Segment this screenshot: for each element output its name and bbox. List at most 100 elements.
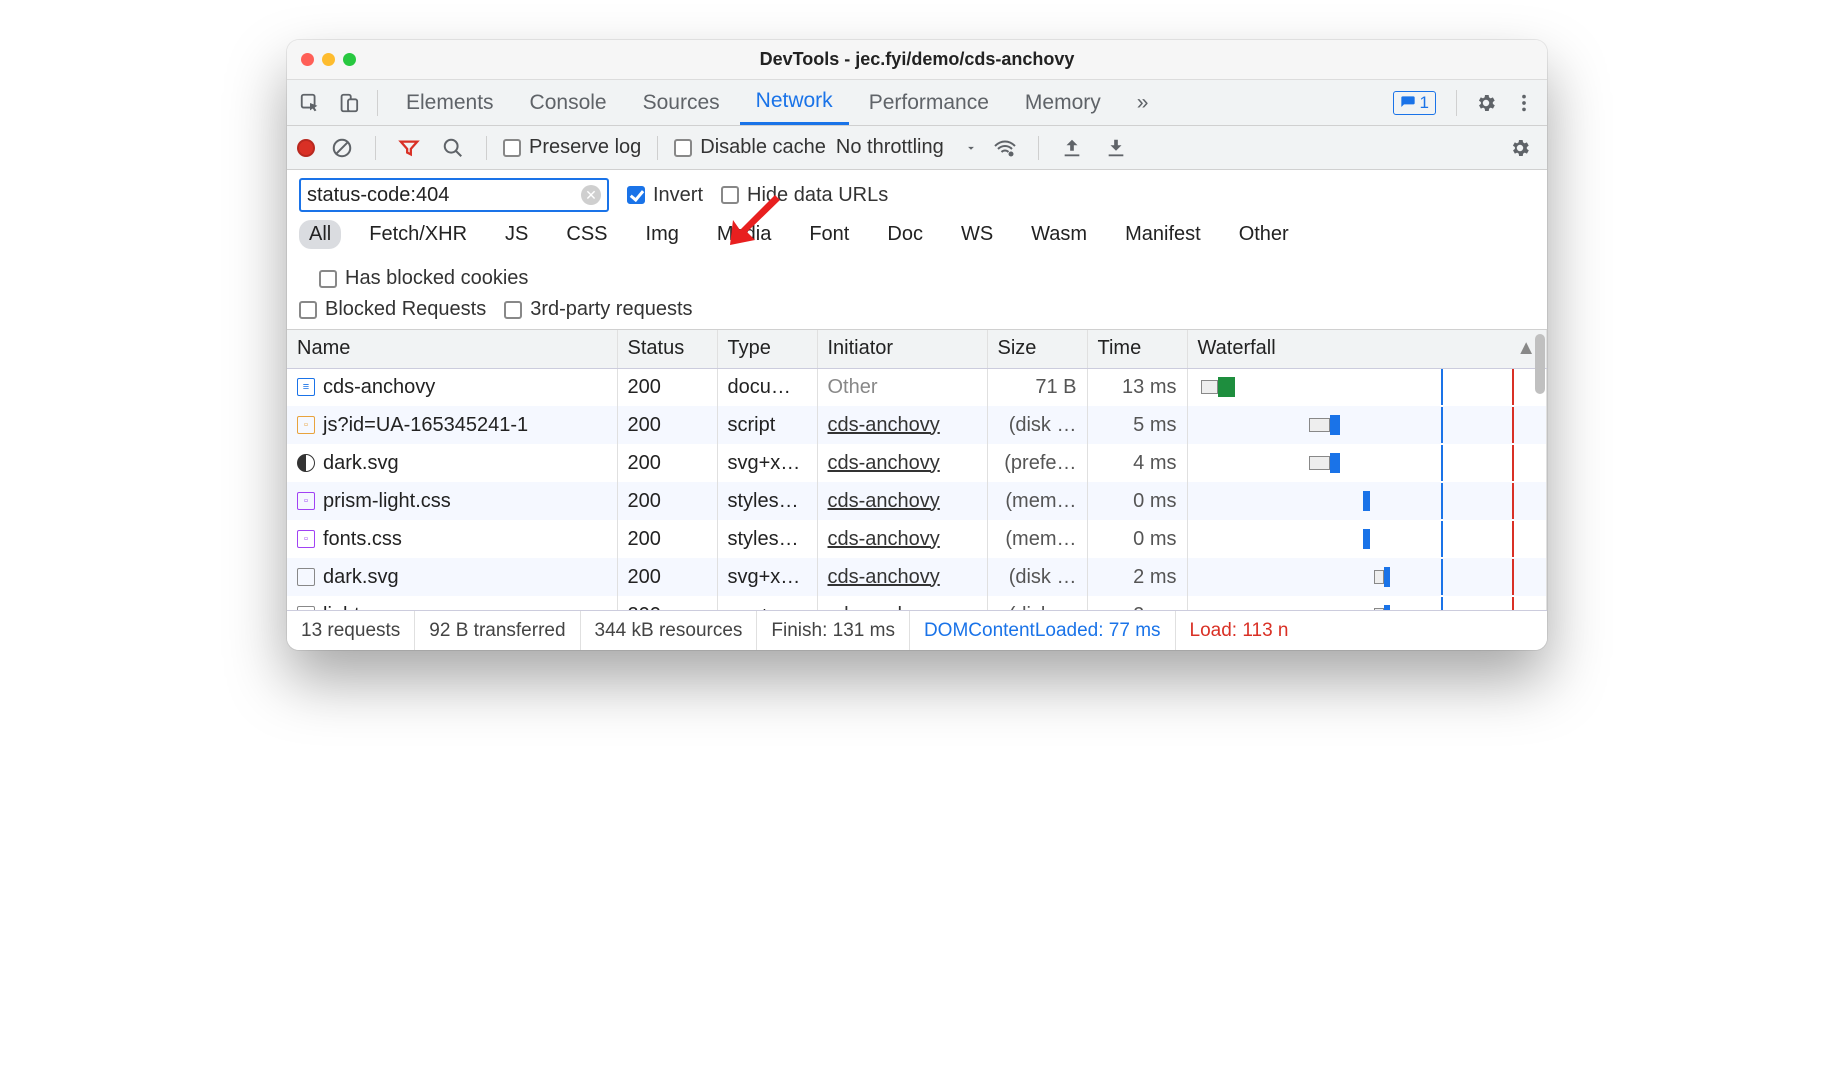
type-filter-manifest[interactable]: Manifest: [1115, 220, 1211, 249]
col-header-status[interactable]: Status: [617, 330, 717, 368]
table-row[interactable]: dark.svg200svg+x…cds-anchovy(disk …2 ms: [287, 558, 1547, 596]
type-filter-media[interactable]: Media: [707, 220, 781, 249]
requests-table-container: Name Status Type Initiator Size Time Wat…: [287, 330, 1547, 610]
col-header-time[interactable]: Time: [1087, 330, 1187, 368]
third-party-checkbox[interactable]: 3rd-party requests: [504, 298, 692, 321]
type-filter-css[interactable]: CSS: [556, 220, 617, 249]
filter-text-field[interactable]: [307, 184, 581, 207]
filter-icon[interactable]: [392, 131, 426, 165]
clear-filter-icon[interactable]: ✕: [581, 185, 601, 205]
scrollbar-thumb[interactable]: [1535, 334, 1545, 394]
network-conditions-icon[interactable]: [988, 131, 1022, 165]
request-status: 200: [617, 482, 717, 520]
request-size: (mem…: [987, 520, 1087, 558]
request-initiator: Other: [817, 368, 987, 406]
type-filter-doc[interactable]: Doc: [877, 220, 933, 249]
tab-network[interactable]: Network: [740, 80, 849, 125]
type-filter-img[interactable]: Img: [636, 220, 689, 249]
has-blocked-cookies-checkbox[interactable]: Has blocked cookies: [319, 267, 528, 290]
network-settings-icon[interactable]: [1503, 131, 1537, 165]
tab-performance[interactable]: Performance: [853, 80, 1005, 125]
clear-icon[interactable]: [325, 131, 359, 165]
type-filter-other[interactable]: Other: [1229, 220, 1299, 249]
request-size: 71 B: [987, 368, 1087, 406]
kebab-menu-icon[interactable]: [1507, 86, 1541, 120]
blocked-requests-checkbox[interactable]: Blocked Requests: [299, 298, 486, 321]
col-header-waterfall[interactable]: Waterfall▲: [1187, 330, 1547, 368]
type-filter-js[interactable]: JS: [495, 220, 538, 249]
request-time: 5 ms: [1087, 406, 1187, 444]
device-toolbar-icon[interactable]: [331, 86, 365, 120]
request-size: (disk …: [987, 596, 1087, 610]
tab-memory[interactable]: Memory: [1009, 80, 1117, 125]
request-type: svg+x…: [717, 596, 817, 610]
request-status: 200: [617, 368, 717, 406]
request-name: fonts.css: [323, 528, 402, 550]
type-filter-font[interactable]: Font: [799, 220, 859, 249]
col-header-name[interactable]: Name: [287, 330, 617, 368]
request-name: js?id=UA-165345241-1: [323, 414, 528, 436]
inspect-element-icon[interactable]: [293, 86, 327, 120]
col-header-size[interactable]: Size: [987, 330, 1087, 368]
type-filter-fetchxhr[interactable]: Fetch/XHR: [359, 220, 477, 249]
search-icon[interactable]: [436, 131, 470, 165]
table-row[interactable]: ▫prism-light.css200styles…cds-anchovy(me…: [287, 482, 1547, 520]
request-time: 2 ms: [1087, 558, 1187, 596]
type-filter-all[interactable]: All: [299, 220, 341, 249]
request-time: 0 ms: [1087, 520, 1187, 558]
settings-icon[interactable]: [1469, 86, 1503, 120]
filter-bar: ✕ Invert Hide data URLs All Fetch/XHR JS CS…: [287, 170, 1547, 330]
table-row[interactable]: ≡cds-anchovy200docu…Other71 B13 ms: [287, 368, 1547, 406]
file-type-icon: ▫: [297, 490, 323, 512]
request-status: 200: [617, 444, 717, 482]
type-filter-ws[interactable]: WS: [951, 220, 1003, 249]
request-waterfall: [1187, 406, 1547, 444]
file-type-icon: [297, 566, 323, 588]
table-row[interactable]: ▫js?id=UA-165345241-1200scriptcds-anchov…: [287, 406, 1547, 444]
file-type-icon: [297, 604, 323, 611]
minimize-window-button[interactable]: [322, 53, 335, 66]
record-button[interactable]: [297, 139, 315, 157]
request-size: (disk …: [987, 558, 1087, 596]
request-initiator[interactable]: cds-anchovy: [817, 596, 987, 610]
request-size: (mem…: [987, 482, 1087, 520]
devtools-window: DevTools - jec.fyi/demo/cds-anchovy Elem…: [287, 40, 1547, 650]
table-row[interactable]: dark.svg200svg+x…cds-anchovy(prefe…4 ms: [287, 444, 1547, 482]
download-har-icon[interactable]: [1099, 131, 1133, 165]
preserve-log-checkbox[interactable]: Preserve log: [503, 136, 641, 159]
request-waterfall: [1187, 520, 1547, 558]
window-title: DevTools - jec.fyi/demo/cds-anchovy: [287, 49, 1547, 70]
throttling-select[interactable]: No throttling: [836, 136, 979, 159]
invert-checkbox[interactable]: Invert: [627, 184, 703, 207]
table-row[interactable]: light.svg200svg+x…cds-anchovy(disk …2 ms: [287, 596, 1547, 610]
request-initiator[interactable]: cds-anchovy: [817, 520, 987, 558]
issues-badge[interactable]: 1: [1393, 91, 1436, 115]
request-initiator[interactable]: cds-anchovy: [817, 482, 987, 520]
tab-sources[interactable]: Sources: [627, 80, 736, 125]
request-initiator[interactable]: cds-anchovy: [817, 406, 987, 444]
request-type: docu…: [717, 368, 817, 406]
filter-text-input[interactable]: ✕: [299, 178, 609, 212]
status-bar: 13 requests 92 B transferred 344 kB reso…: [287, 610, 1547, 650]
close-window-button[interactable]: [301, 53, 314, 66]
col-header-type[interactable]: Type: [717, 330, 817, 368]
tab-console[interactable]: Console: [514, 80, 623, 125]
request-initiator[interactable]: cds-anchovy: [817, 558, 987, 596]
table-row[interactable]: ▫fonts.css200styles…cds-anchovy(mem…0 ms: [287, 520, 1547, 558]
col-header-initiator[interactable]: Initiator: [817, 330, 987, 368]
type-filter-wasm[interactable]: Wasm: [1021, 220, 1097, 249]
request-type: svg+x…: [717, 558, 817, 596]
request-initiator[interactable]: cds-anchovy: [817, 444, 987, 482]
disable-cache-checkbox[interactable]: Disable cache: [674, 136, 826, 159]
file-type-icon: ▫: [297, 414, 323, 436]
hide-data-urls-checkbox[interactable]: Hide data URLs: [721, 184, 888, 207]
more-tabs-button[interactable]: »: [1121, 80, 1165, 125]
tab-elements[interactable]: Elements: [390, 80, 510, 125]
request-type: styles…: [717, 520, 817, 558]
panel-tabs: ElementsConsoleSourcesNetworkPerformance…: [287, 80, 1547, 126]
request-waterfall: [1187, 596, 1547, 610]
file-type-icon: [297, 452, 323, 474]
request-type: styles…: [717, 482, 817, 520]
zoom-window-button[interactable]: [343, 53, 356, 66]
upload-har-icon[interactable]: [1055, 131, 1089, 165]
